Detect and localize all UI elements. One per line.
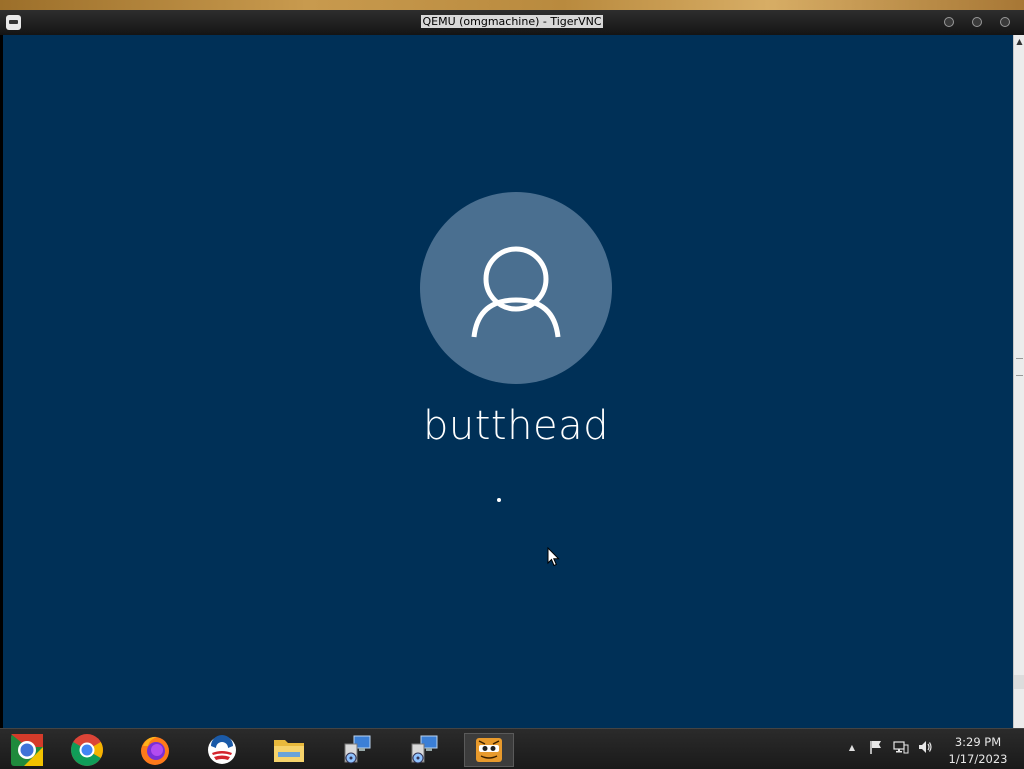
file-manager-icon bbox=[274, 740, 304, 762]
clock-date: 1/17/2023 bbox=[948, 752, 1008, 766]
vnc-viewer-window: QEMU (omgmachine) - TigerVNC butthead ▲ bbox=[0, 10, 1024, 728]
taskbar-chrome[interactable] bbox=[62, 733, 112, 767]
maximize-button[interactable] bbox=[972, 17, 982, 27]
network-icon bbox=[893, 741, 909, 754]
clock-time: 3:29 PM bbox=[954, 735, 1002, 749]
taskbar-obama-logo[interactable] bbox=[197, 733, 247, 767]
close-button[interactable] bbox=[1000, 17, 1010, 27]
windows-lock-screen: butthead bbox=[3, 35, 1013, 728]
host-taskbar: ▲ 3:29 PM 1/17/2023 bbox=[0, 728, 1024, 769]
action-center-flag-icon[interactable] bbox=[867, 739, 885, 757]
speaker-icon bbox=[919, 741, 932, 753]
chrome-icon bbox=[71, 734, 103, 766]
show-hidden-icons-icon[interactable]: ▲ bbox=[843, 739, 861, 757]
taskbar-tigervnc[interactable] bbox=[464, 733, 514, 767]
taskbar-firefox[interactable] bbox=[130, 733, 180, 767]
scroll-down-area[interactable] bbox=[1014, 675, 1024, 689]
network-setup-icon-2 bbox=[411, 735, 438, 764]
taskbar-network-setup-2[interactable] bbox=[398, 733, 448, 767]
minimize-button[interactable] bbox=[944, 17, 954, 27]
mouse-cursor-icon bbox=[547, 547, 560, 567]
user-silhouette-icon bbox=[471, 246, 561, 338]
tigervnc-icon bbox=[476, 738, 502, 762]
volume-tray-icon[interactable] bbox=[916, 739, 934, 757]
firefox-icon bbox=[141, 736, 169, 765]
chromium-icon bbox=[11, 734, 43, 766]
network-tray-icon[interactable] bbox=[892, 739, 910, 757]
taskbar-clock[interactable]: 3:29 PM 1/17/2023 bbox=[940, 734, 1016, 768]
user-avatar[interactable] bbox=[420, 192, 612, 384]
username-label: butthead bbox=[423, 403, 609, 449]
obama-logo-icon bbox=[208, 735, 236, 764]
taskbar-chromium[interactable] bbox=[2, 733, 52, 767]
loading-spinner bbox=[497, 498, 501, 502]
window-title-text: QEMU (omgmachine) - TigerVNC bbox=[421, 15, 603, 28]
desktop-background bbox=[0, 0, 1024, 10]
window-titlebar[interactable]: QEMU (omgmachine) - TigerVNC bbox=[0, 10, 1024, 35]
window-title: QEMU (omgmachine) - TigerVNC bbox=[0, 15, 1024, 29]
network-setup-icon bbox=[344, 735, 371, 764]
flag-icon bbox=[870, 741, 881, 754]
taskbar-network-setup[interactable] bbox=[331, 733, 381, 767]
scroll-up-arrow-icon[interactable]: ▲ bbox=[1014, 35, 1024, 49]
scrollbar-grip[interactable] bbox=[1016, 358, 1023, 376]
vertical-scrollbar[interactable]: ▲ bbox=[1013, 35, 1024, 728]
taskbar-file-manager[interactable] bbox=[264, 733, 314, 767]
